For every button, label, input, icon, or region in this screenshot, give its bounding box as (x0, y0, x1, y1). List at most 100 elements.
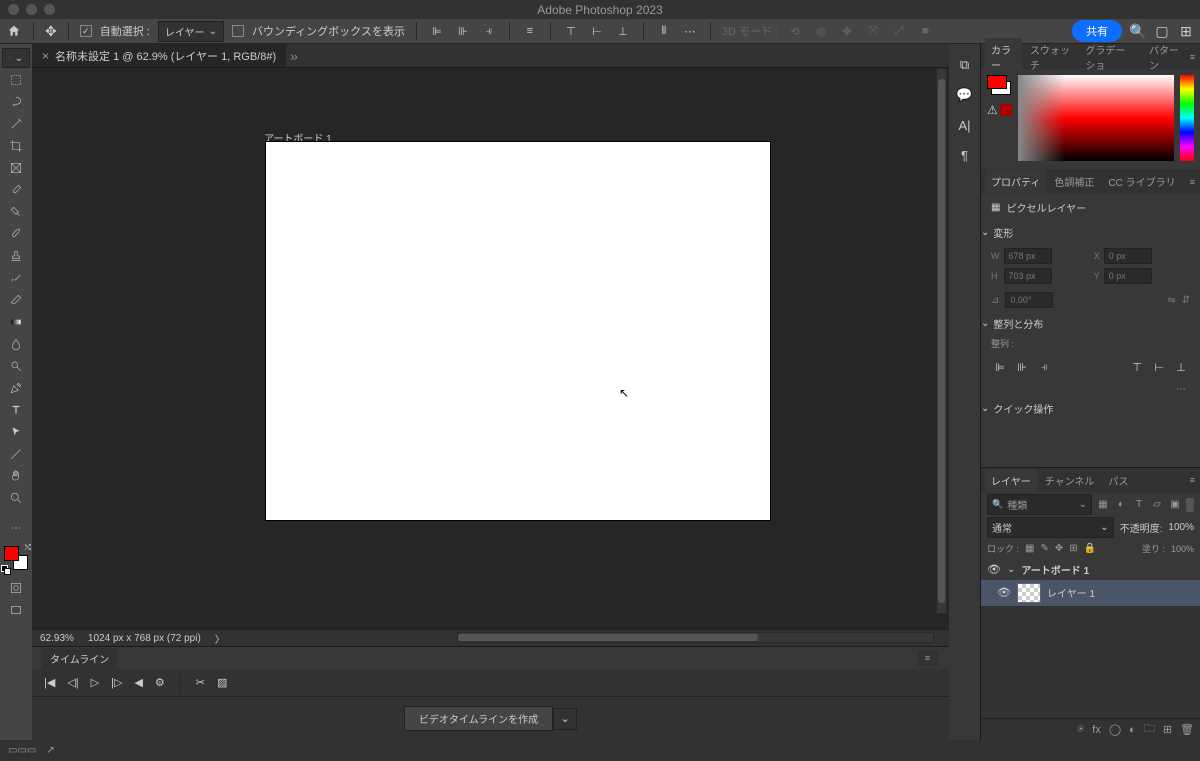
type-tool[interactable] (2, 400, 30, 420)
default-colors-icon[interactable] (1, 565, 9, 573)
color-panel-menu-icon[interactable]: ≡ (1190, 52, 1196, 62)
filter-smart-icon[interactable]: ▣ (1168, 498, 1182, 512)
zoom-tool[interactable] (2, 488, 30, 508)
transition-icon[interactable]: ▨ (217, 676, 227, 689)
layer-filter-dropdown[interactable]: 種類 (987, 494, 1092, 515)
mute-icon[interactable]: ◀ (134, 676, 142, 689)
shape-tool[interactable] (2, 444, 30, 464)
x-input[interactable] (1104, 248, 1152, 264)
new-group-icon[interactable]: 🗀 (1144, 720, 1155, 739)
timeline-tab[interactable]: タイムライン (42, 648, 117, 669)
comments-panel-icon[interactable]: 💬 (956, 86, 974, 104)
tab-properties[interactable]: プロパティ (985, 170, 1046, 193)
layers-panel-menu-icon[interactable]: ≡ (1190, 475, 1196, 485)
align-more-icon[interactable]: ⋯ (981, 382, 1200, 397)
path-select-tool[interactable] (2, 422, 30, 442)
vertical-scrollbar[interactable] (936, 68, 947, 614)
tab-cc-libraries[interactable]: CC ライブラリ (1102, 170, 1181, 193)
play-icon[interactable]: ▷ (91, 676, 99, 689)
prev-frame-icon[interactable]: ◁| (67, 676, 78, 689)
align-top-icon[interactable]: ⊤ (562, 22, 580, 40)
frame-tool[interactable] (2, 158, 30, 178)
pen-tool[interactable] (2, 378, 30, 398)
layer-group-dropdown[interactable]: レイヤー (158, 21, 224, 42)
quick-section[interactable]: クイック操作 (981, 397, 1200, 420)
height-input[interactable] (1004, 268, 1052, 284)
dodge-tool[interactable] (2, 356, 30, 376)
lock-paint-icon[interactable]: ✎ (1040, 543, 1048, 554)
frame-indicator-icon[interactable]: ▭▭▭ (8, 745, 36, 756)
filter-pixel-icon[interactable]: ▦ (1096, 498, 1110, 512)
stamp-tool[interactable] (2, 246, 30, 266)
angle-input[interactable] (1005, 292, 1053, 308)
color-fg-swatch[interactable] (987, 75, 1007, 89)
distribute-h-icon[interactable]: ≡ (521, 22, 539, 40)
delete-layer-icon[interactable]: 🗑 (1180, 723, 1194, 736)
gamut-color[interactable] (1000, 104, 1012, 116)
hand-tool[interactable] (2, 466, 30, 486)
layer-row[interactable]: 👁 レイヤー 1 (981, 580, 1200, 606)
tab-paths[interactable]: パス (1102, 469, 1134, 492)
close-window[interactable] (8, 4, 19, 15)
flip-h-icon[interactable]: ⇋ (1167, 295, 1175, 306)
align-vc-icon[interactable]: ⊢ (1150, 358, 1168, 376)
layer-thumbnail[interactable] (1017, 583, 1041, 603)
artboard-layer-name[interactable]: アートボード 1 (1021, 562, 1089, 577)
doc-dimensions[interactable]: 1024 px x 768 px (72 ppi) (88, 633, 201, 644)
horizontal-scrollbar[interactable] (457, 632, 934, 643)
edit-toolbar-icon[interactable]: ⋯ (2, 518, 30, 538)
brush-tool[interactable] (2, 224, 30, 244)
expand-icon[interactable]: ⌄ (1007, 564, 1015, 575)
document-tab[interactable]: × 名称未設定 1 @ 62.9% (レイヤー 1, RGB/8#) (32, 44, 286, 67)
width-input[interactable] (1004, 248, 1052, 264)
foreground-color[interactable] (4, 546, 19, 561)
align-section[interactable]: 整列と分布 (981, 312, 1200, 335)
lock-pos-icon[interactable]: ✥ (1055, 543, 1063, 554)
status-more-icon[interactable]: 〉 (215, 631, 225, 646)
lasso-tool[interactable] (2, 92, 30, 112)
visibility-icon[interactable]: 👁 (997, 586, 1011, 599)
filter-adjust-icon[interactable]: ◐ (1114, 498, 1128, 512)
layer-name[interactable]: レイヤー 1 (1047, 585, 1095, 600)
tab-layers[interactable]: レイヤー (985, 469, 1037, 492)
visibility-icon[interactable]: 👁 (987, 563, 1001, 576)
opacity-value[interactable]: 100% (1168, 522, 1194, 533)
marquee-tool[interactable] (2, 70, 30, 90)
transform-section[interactable]: 変形 (981, 221, 1200, 244)
timeline-type-dropdown[interactable]: ⌄ (553, 708, 577, 730)
y-input[interactable] (1104, 268, 1152, 284)
zoom-value[interactable]: 62.93% (40, 633, 74, 644)
align-right-icon[interactable]: ⫣ (480, 22, 498, 40)
canvas-viewport[interactable]: アートボード 1 ↖ (32, 68, 949, 629)
auto-select-checkbox[interactable] (80, 25, 92, 37)
timeline-settings-icon[interactable]: ⚙ (155, 676, 165, 689)
move-tool-icon[interactable]: ✥ (45, 23, 57, 40)
filter-toggle-icon[interactable] (1186, 498, 1194, 512)
filter-type-icon[interactable]: T (1132, 498, 1146, 512)
create-timeline-button[interactable]: ビデオタイムラインを作成 (404, 706, 553, 731)
export-icon[interactable]: ↗ (46, 745, 54, 756)
tab-channels[interactable]: チャンネル (1039, 469, 1101, 492)
distribute-v-icon[interactable]: ⦀ (655, 22, 673, 40)
align-bottom-icon[interactable]: ⊥ (614, 22, 632, 40)
align-hc-icon[interactable]: ⊪ (1013, 358, 1031, 376)
wand-tool[interactable] (2, 114, 30, 134)
link-layers-icon[interactable]: ⍟ (1078, 723, 1085, 736)
props-panel-menu-icon[interactable]: ≡ (1190, 177, 1196, 187)
align-l-icon[interactable]: ⊫ (991, 358, 1009, 376)
quick-mask-tool[interactable] (2, 578, 30, 598)
heal-tool[interactable] (2, 202, 30, 222)
fill-value[interactable]: 100% (1171, 544, 1194, 554)
layer-fx-icon[interactable]: fx (1092, 724, 1101, 736)
timeline-menu-icon[interactable]: ≡ (917, 650, 939, 666)
paragraph-panel-icon[interactable]: ¶ (956, 146, 974, 164)
layer-mask-icon[interactable]: ◯ (1109, 723, 1121, 736)
maximize-window[interactable] (44, 4, 55, 15)
history-brush-tool[interactable] (2, 268, 30, 288)
align-b-icon[interactable]: ⊥ (1172, 358, 1190, 376)
align-vcenter-icon[interactable]: ⊢ (588, 22, 606, 40)
align-left-icon[interactable]: ⊫ (428, 22, 446, 40)
eyedropper-tool[interactable] (2, 180, 30, 200)
blur-tool[interactable] (2, 334, 30, 354)
bbox-checkbox[interactable] (232, 25, 244, 37)
